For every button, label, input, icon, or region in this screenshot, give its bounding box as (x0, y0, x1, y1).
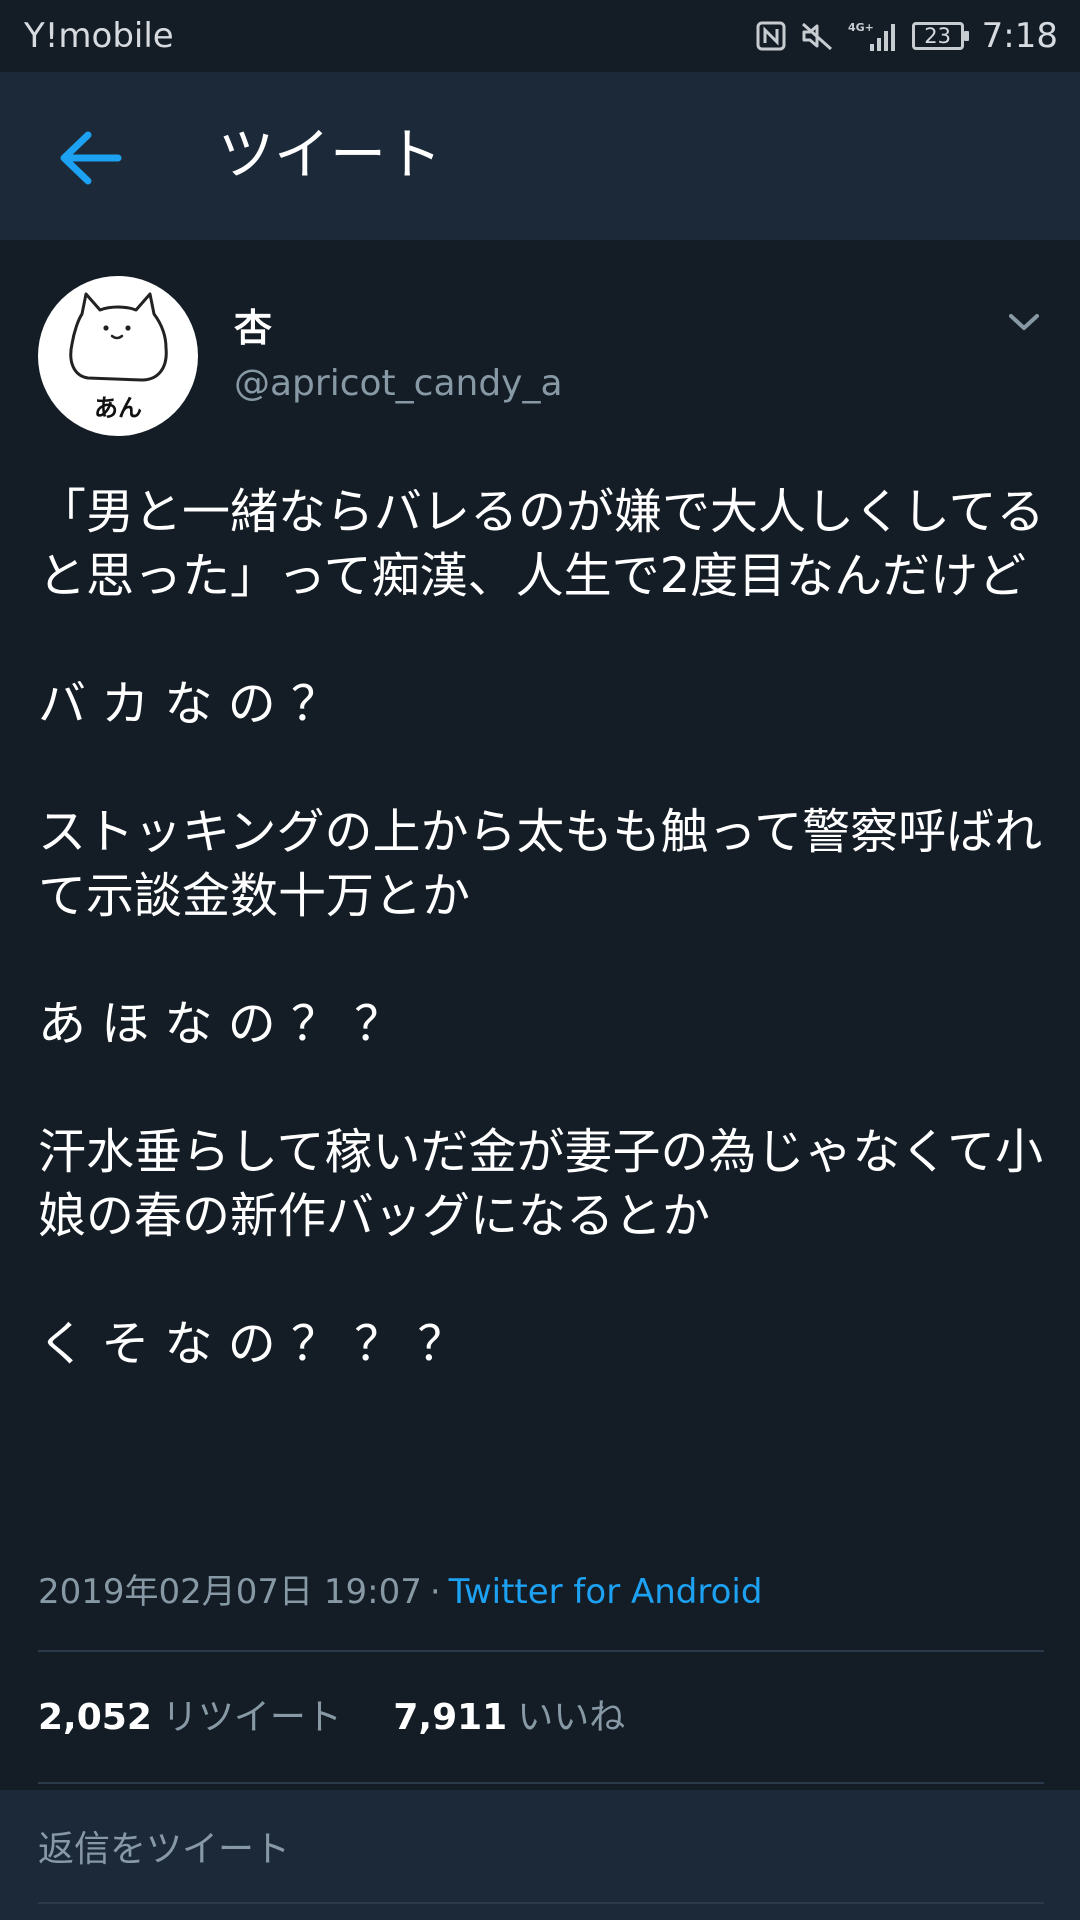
retweet-label: リツイート (161, 1697, 342, 1738)
meta-separator: · (429, 1572, 441, 1612)
app-header: ツイート (0, 72, 1080, 240)
status-bar: Y!mobile 4G+ 23 7:18 (0, 0, 1080, 72)
user-handle[interactable]: @apricot_candy_a (234, 360, 563, 408)
tweet-meta: 2019年02月07日 19:07 · Twitter for Android (38, 1570, 762, 1614)
network-type-label: 4G+ (848, 21, 874, 34)
divider (38, 1782, 1044, 1784)
status-icons: 4G+ 23 7:18 (756, 14, 1058, 58)
like-label: いいね (517, 1697, 626, 1738)
tweet-menu-button[interactable] (998, 300, 1050, 344)
tweet-text: 「男と一緒ならバレるのが嫌で大人しくしてると思った」って痴漢、人生で2度目なんだ… (38, 484, 1045, 1372)
tweet-source-link[interactable]: Twitter for Android (449, 1572, 763, 1612)
battery-icon: 23 (911, 22, 969, 50)
user-display-name[interactable]: 杏 (234, 304, 272, 352)
reply-input-underline (38, 1902, 1044, 1904)
nfc-icon (756, 21, 786, 51)
battery-level: 23 (924, 24, 951, 48)
divider (38, 1650, 1044, 1652)
tweet-timestamp: 2019年02月07日 19:07 (38, 1572, 422, 1612)
back-button[interactable] (50, 118, 130, 198)
retweet-count-link[interactable]: 2,052 リツイート (38, 1697, 353, 1738)
status-time: 7:18 (981, 16, 1058, 56)
retweet-count: 2,052 (38, 1697, 152, 1738)
signal-icon: 4G+ (848, 20, 898, 52)
like-count-link[interactable]: 7,911 いいね (393, 1697, 625, 1738)
like-count: 7,911 (393, 1697, 508, 1738)
page-title: ツイート (218, 123, 442, 188)
chevron-down-icon (1009, 314, 1039, 330)
arrow-left-icon (60, 131, 122, 185)
mute-icon (800, 21, 834, 51)
carrier-name: Y!mobile (24, 16, 174, 56)
reply-bar: 返信をツイート (0, 1790, 1080, 1920)
tweet-stats: 2,052 リツイート 7,911 いいね (38, 1694, 665, 1742)
reply-input[interactable]: 返信をツイート (38, 1826, 290, 1874)
avatar[interactable]: あん (38, 276, 198, 436)
avatar-label: あん (94, 394, 142, 422)
